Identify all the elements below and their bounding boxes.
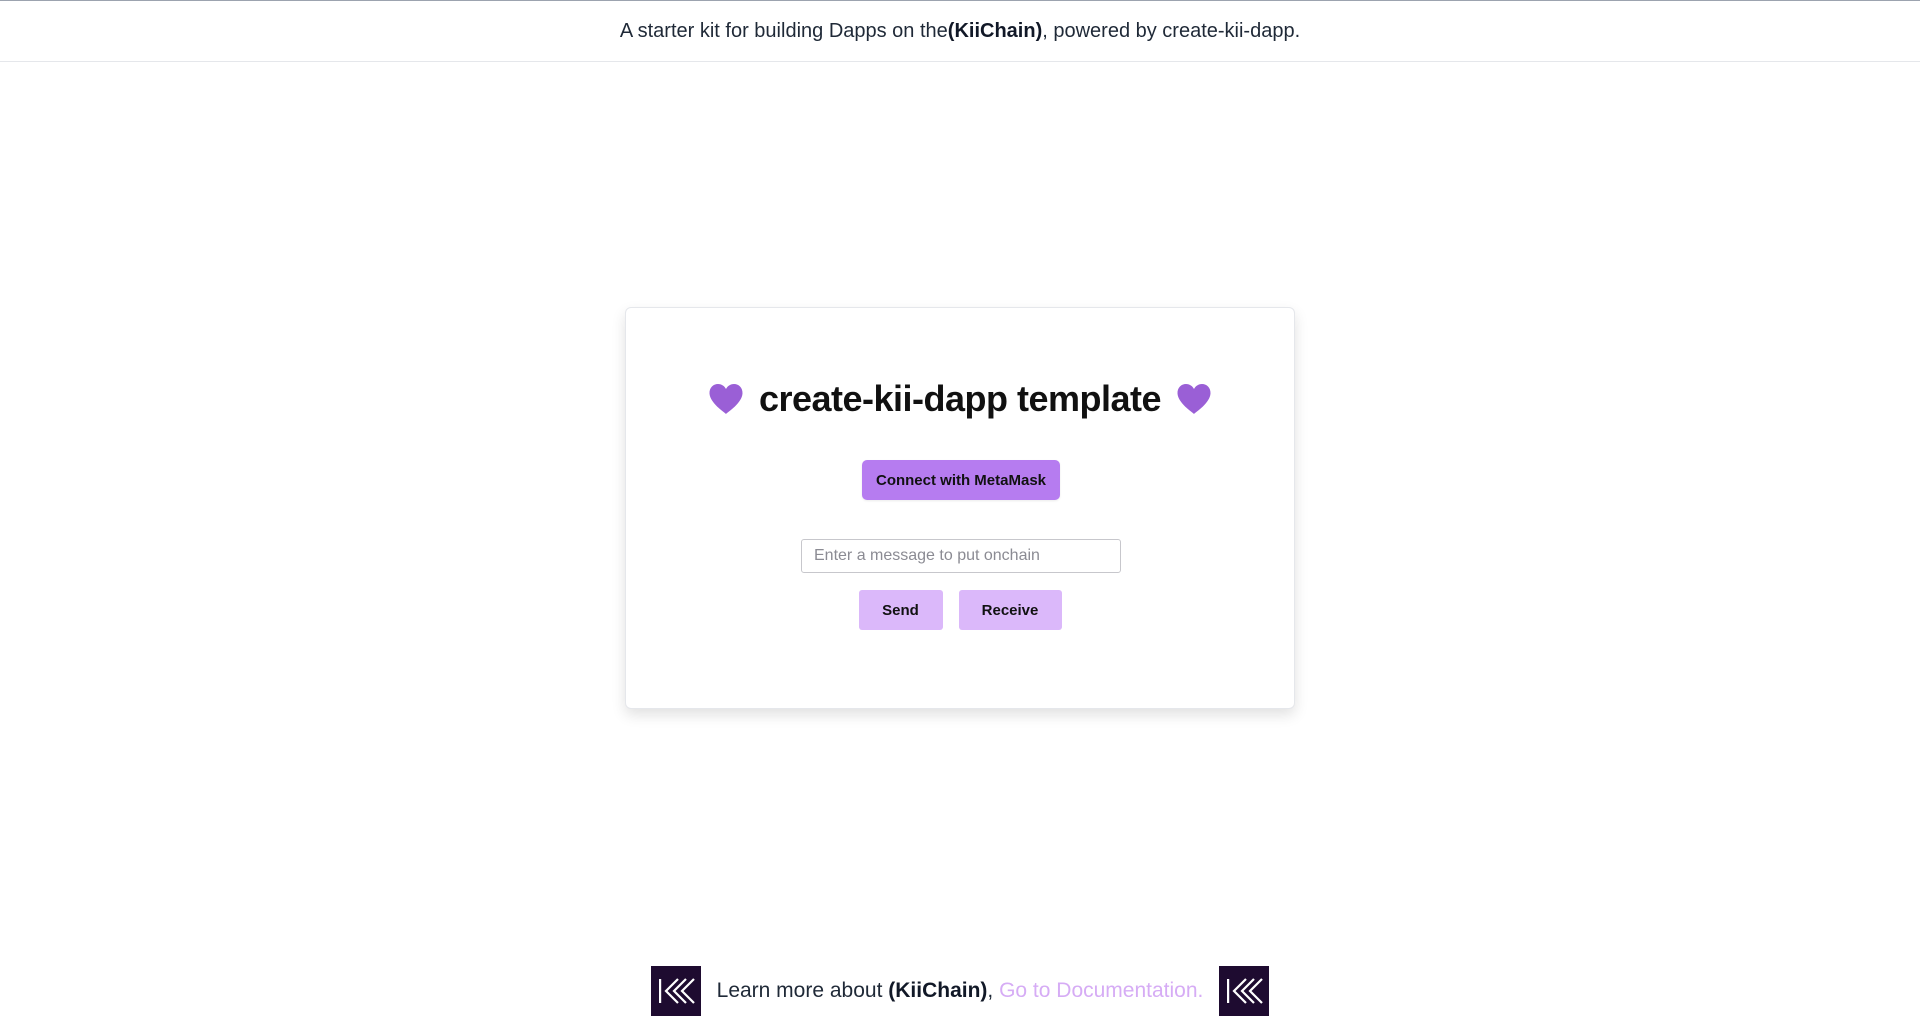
footer-text-before: Learn more about	[716, 979, 889, 1002]
dapp-card: create-kii-dapp template Connect with Me…	[625, 307, 1295, 709]
banner-brand: (KiiChain)	[947, 19, 1043, 42]
send-button[interactable]: Send	[858, 590, 943, 630]
connect-metamask-button[interactable]: Connect with MetaMask	[862, 460, 1060, 500]
footer-brand: (KiiChain)	[888, 979, 988, 1002]
purple-heart-icon	[1175, 382, 1213, 416]
page-title: create-kii-dapp template	[758, 378, 1162, 419]
title-row: create-kii-dapp template	[626, 378, 1294, 420]
footer-text: Learn more about (KiiChain), Go to Docum…	[717, 979, 1204, 1003]
banner-text-before: A starter kit for building Dapps on the	[619, 19, 948, 42]
footer-separator: ,	[987, 979, 1000, 1002]
footer: Learn more about (KiiChain), Go to Docum…	[0, 965, 1920, 1017]
kiichain-logo-icon	[1219, 966, 1270, 1016]
receive-button[interactable]: Receive	[958, 590, 1062, 630]
page: A starter kit for building Dapps on the …	[0, 0, 1920, 1031]
kiichain-logo-icon	[650, 966, 701, 1016]
message-input[interactable]	[801, 539, 1121, 573]
documentation-link[interactable]: Go to Documentation.	[999, 979, 1203, 1002]
action-buttons: Send Receive	[626, 590, 1294, 630]
top-banner: A starter kit for building Dapps on the …	[0, 0, 1920, 62]
purple-heart-icon	[707, 382, 745, 416]
banner-text-after: , powered by create-kii-dapp.	[1042, 19, 1301, 42]
